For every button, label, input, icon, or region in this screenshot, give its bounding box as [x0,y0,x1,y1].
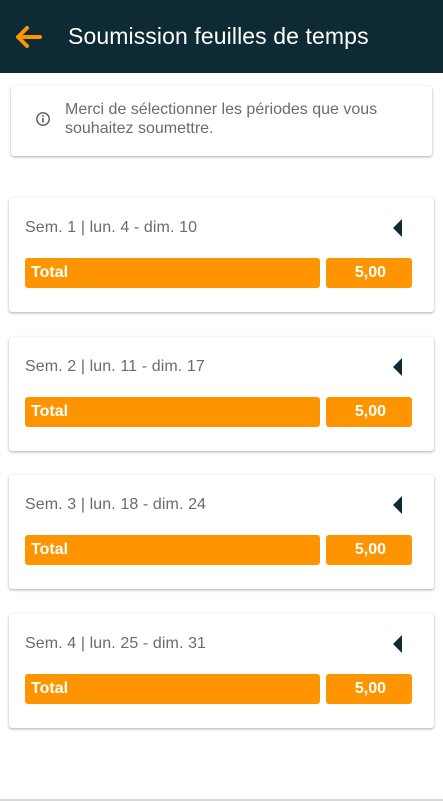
week-card-3[interactable]: Sem. 3 | lun. 18 - dim. 24 Total 5,00 [9,475,434,589]
expand-caret-icon[interactable] [393,635,402,653]
total-label: Total [25,258,320,288]
total-label: Total [25,535,320,565]
app-header: Soumission feuilles de temps [0,0,443,73]
total-label: Total [25,397,320,427]
total-label: Total [25,674,320,704]
week-card-2[interactable]: Sem. 2 | lun. 11 - dim. 17 Total 5,00 [9,337,434,451]
page-title: Soumission feuilles de temps [68,23,369,49]
expand-caret-icon[interactable] [393,219,402,237]
week-card-1[interactable]: Sem. 1 | lun. 4 - dim. 10 Total 5,00 [9,198,434,312]
week-label: Sem. 2 | lun. 11 - dim. 17 [25,358,205,375]
total-value: 5,00 [326,674,412,704]
week-label: Sem. 3 | lun. 18 - dim. 24 [25,496,207,513]
week-card-4[interactable]: Sem. 4 | lun. 25 - dim. 31 Total 5,00 [9,614,434,728]
expand-caret-icon[interactable] [393,358,402,376]
info-icon [36,112,50,126]
total-value: 5,00 [326,258,412,288]
total-value: 5,00 [326,535,412,565]
week-label: Sem. 4 | lun. 25 - dim. 31 [25,635,207,652]
info-banner: Merci de sélectionner les périodes que v… [11,86,432,156]
expand-caret-icon[interactable] [393,496,402,514]
arrow-left-icon [16,25,42,48]
back-button[interactable] [0,0,56,73]
info-text: Merci de sélectionner les périodes que v… [65,101,378,137]
total-value: 5,00 [326,397,412,427]
week-label: Sem. 1 | lun. 4 - dim. 10 [25,219,198,236]
